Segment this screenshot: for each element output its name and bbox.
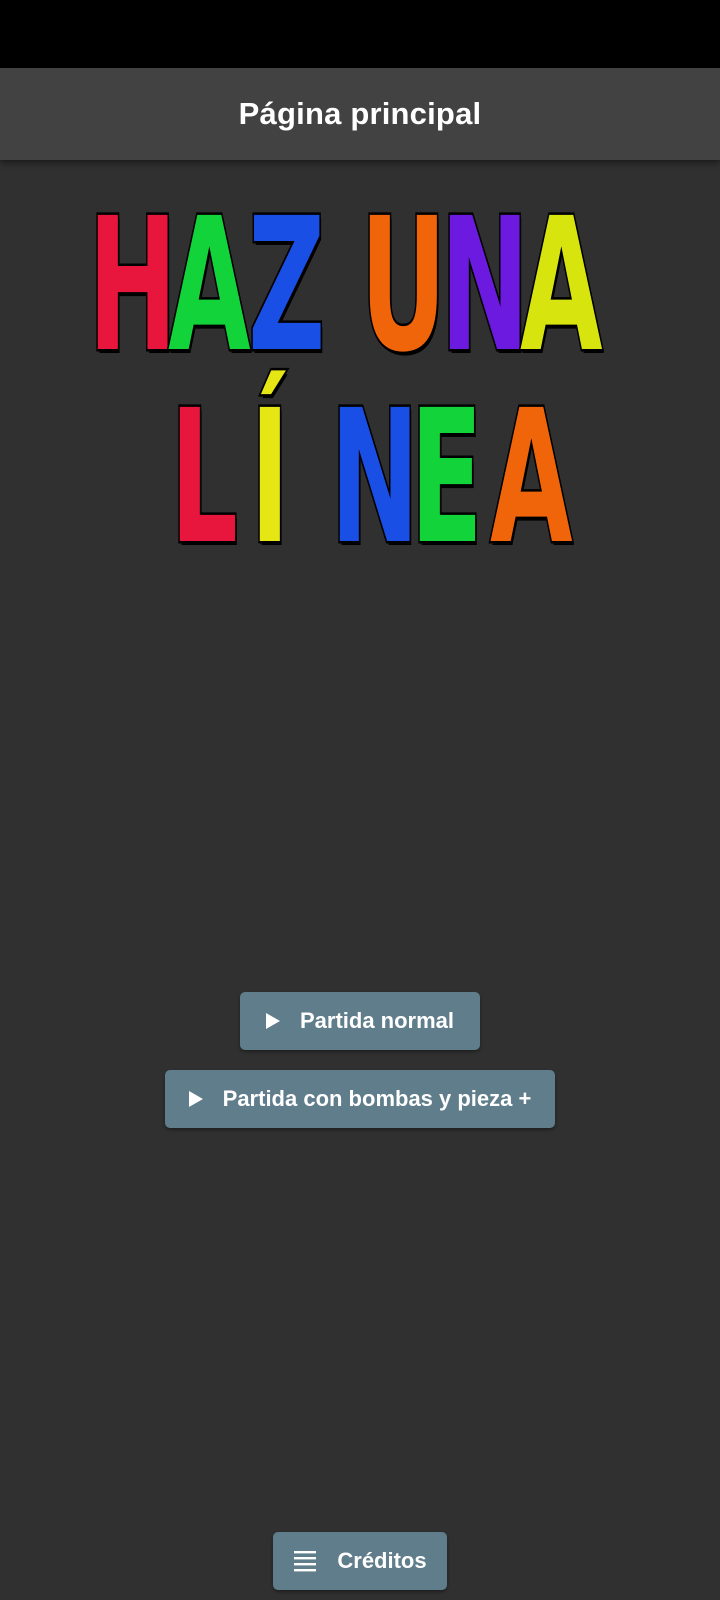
logo-letter: L [169,371,250,585]
logo-letter: N [439,192,531,381]
logo-letter-glyph: L [169,371,240,585]
logo-line-2: LÍNEA [169,371,575,585]
game-logo: HAZUNA LÍNEA [0,160,720,580]
bombs-game-label: Partida con bombas y pieza + [222,1086,532,1111]
logo-letter-glyph: H [87,179,179,393]
page-title: Página principal [238,96,482,131]
credits-label: Créditos [337,1548,427,1573]
logo-letter: U [359,192,449,381]
normal-game-button[interactable]: Partida normal [240,992,480,1050]
logo-line-1: HAZUNA [87,179,605,393]
logo-letter: A [519,179,605,393]
logo-letter-glyph: Z [247,179,327,393]
logo-letter: E [409,371,490,585]
logo-letter: Z [247,179,328,393]
logo-letter-glyph: N [329,371,421,585]
list-icon [293,1549,317,1573]
logo-letter: A [167,179,253,393]
logo-letter-glyph: Í [249,371,292,585]
logo-letter-glyph: U [359,179,449,393]
logo-letter-glyph: E [409,371,485,585]
logo-letter-glyph: A [167,179,253,393]
play-icon [265,1013,280,1029]
logo-letter-glyph: A [489,371,575,585]
logo-letter [328,206,360,366]
app-bar: Página principal [0,68,720,160]
credits-button[interactable]: Créditos [273,1532,447,1590]
logo-letter: H [87,192,179,381]
logo-letter: Í [249,371,330,585]
logo-letter-glyph: N [439,179,531,393]
logo-letter: N [329,384,421,573]
status-bar [0,0,720,68]
normal-game-label: Partida normal [299,1008,455,1033]
play-icon [188,1091,203,1107]
logo-letter: A [489,371,575,585]
logo-letter-glyph: A [519,179,605,393]
bombs-game-button[interactable]: Partida con bombas y pieza + [165,1070,555,1128]
